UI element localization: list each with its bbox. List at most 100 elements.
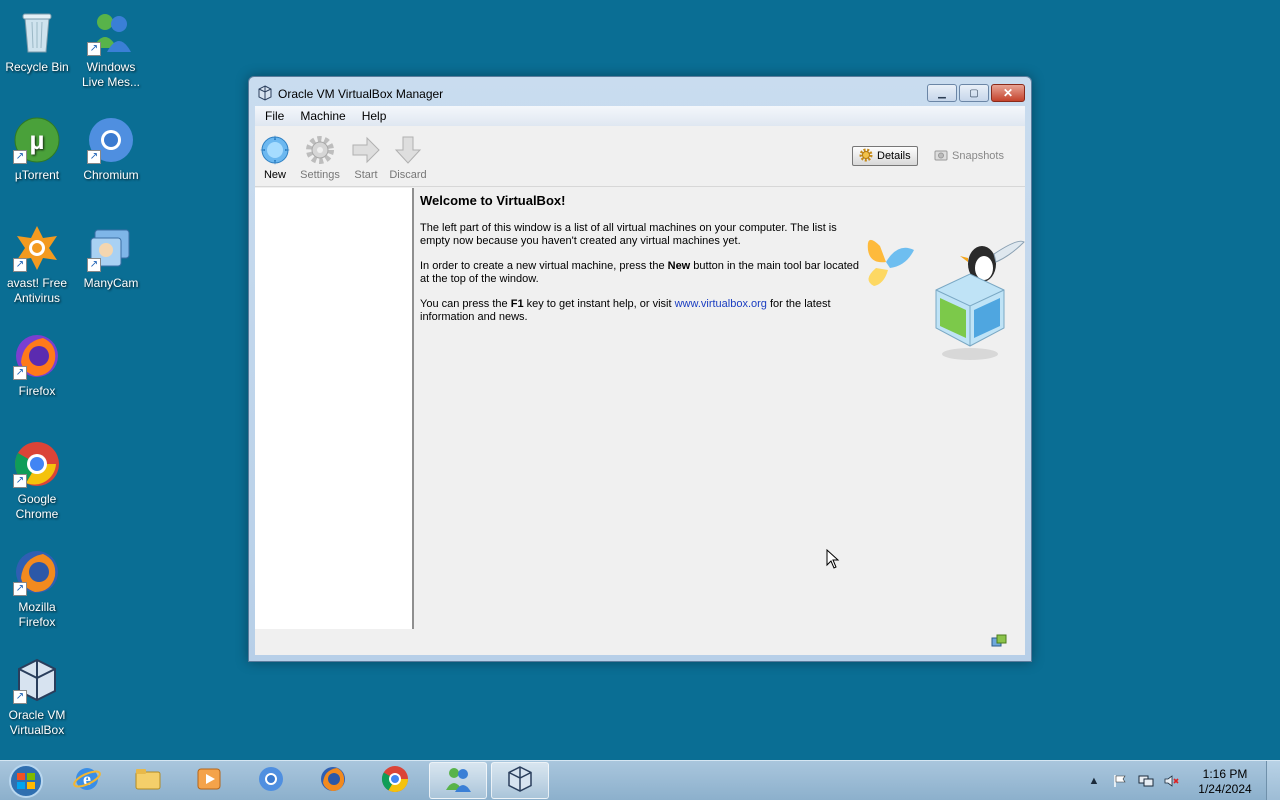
ie-icon: e xyxy=(72,764,102,797)
shortcut-arrow-icon: ↗ xyxy=(13,582,27,596)
desktop-icon-label: Chromium xyxy=(83,168,139,182)
desktop-icon-label: Mozilla Firefox xyxy=(18,600,56,629)
desktop-icon-recycle-bin[interactable]: Recycle Bin xyxy=(0,8,74,75)
start-button-orb[interactable] xyxy=(6,763,46,799)
desktop-icon-utorrent[interactable]: µ ↗ µTorrent xyxy=(0,116,74,183)
desktop-icon-avast[interactable]: ↗ avast! Free Antivirus xyxy=(0,224,74,306)
welcome-paragraph-1: The left part of this window is a list o… xyxy=(420,222,837,247)
camera-icon xyxy=(934,148,948,165)
discard-arrow-icon xyxy=(392,134,424,166)
status-bar xyxy=(255,629,1025,655)
welcome-paragraph-2: In order to create a new virtual machine… xyxy=(420,260,860,285)
settings-button[interactable]: Settings xyxy=(299,134,341,181)
show-desktop-button[interactable] xyxy=(1266,761,1280,800)
snapshots-button[interactable]: Snapshots xyxy=(928,146,1010,166)
desktop-icon-label: Windows Live Mes... xyxy=(81,60,141,89)
firefox-icon: ↗ xyxy=(13,548,61,596)
messenger-icon xyxy=(443,764,473,797)
taskbar-firefox[interactable] xyxy=(304,762,362,799)
new-button[interactable]: New xyxy=(259,134,291,181)
desktop-icon-label: ManyCam xyxy=(83,276,139,290)
taskbar-chromium[interactable] xyxy=(242,762,300,799)
shortcut-arrow-icon: ↗ xyxy=(13,690,27,704)
discard-label: Discard xyxy=(389,169,427,181)
taskbar-media-player[interactable] xyxy=(180,762,238,799)
volume-muted-icon[interactable] xyxy=(1164,773,1180,789)
discard-button[interactable]: Discard xyxy=(389,134,427,181)
manycam-icon: ↗ xyxy=(87,224,135,272)
svg-text:µ: µ xyxy=(30,125,45,155)
taskbar-internet-explorer[interactable]: e xyxy=(58,762,116,799)
maximize-icon: ▢ xyxy=(969,87,979,99)
start-arrow-icon xyxy=(350,134,382,166)
shortcut-arrow-icon: ↗ xyxy=(87,42,101,56)
title-bar[interactable]: Oracle VM VirtualBox Manager ▁ ▢ ✕ xyxy=(249,77,1031,107)
start-button[interactable]: Start xyxy=(349,134,383,181)
clock-date: 1/24/2024 xyxy=(1198,782,1252,796)
desktop-icon-mozilla-firefox[interactable]: ↗ Mozilla Firefox xyxy=(0,548,74,630)
details-label: Details xyxy=(877,150,911,162)
virtualbox-icon xyxy=(505,764,535,797)
mouse-cursor-icon xyxy=(826,549,840,569)
gear-icon xyxy=(304,134,336,166)
new-vm-icon xyxy=(259,134,291,166)
menu-file[interactable]: File xyxy=(257,109,292,123)
main-toolbar: New Settings Start Discard Details Snaps… xyxy=(255,126,1025,187)
taskbar-file-explorer[interactable] xyxy=(119,762,177,799)
desktop-icon-chromium[interactable]: ↗ Chromium xyxy=(74,116,148,183)
clock-time: 1:16 PM xyxy=(1202,767,1248,781)
desktop-icon-manycam[interactable]: ↗ ManyCam xyxy=(74,224,148,291)
desktop-icon-google-chrome[interactable]: ↗ Google Chrome xyxy=(0,440,74,522)
taskbar: e ▲ 1:16 PM 1/24/2024 xyxy=(0,760,1280,800)
desktop-icon-firefox[interactable]: ↗ Firefox xyxy=(0,332,74,399)
avast-icon: ↗ xyxy=(13,224,61,272)
virtualbox-icon: ↗ xyxy=(13,656,61,704)
minimize-button[interactable]: ▁ xyxy=(927,84,957,102)
close-button[interactable]: ✕ xyxy=(991,84,1025,102)
taskbar-windows-live-messenger[interactable] xyxy=(429,762,487,799)
utorrent-icon: µ ↗ xyxy=(13,116,61,164)
taskbar-google-chrome[interactable] xyxy=(366,762,424,799)
gear-icon xyxy=(859,148,873,165)
virtualbox-manager-window: Oracle VM VirtualBox Manager ▁ ▢ ✕ File … xyxy=(248,76,1032,662)
menu-machine[interactable]: Machine xyxy=(292,109,353,123)
desktop-icon-label: Oracle VM VirtualBox xyxy=(8,708,66,737)
welcome-paragraph-3: You can press the F1 key to get instant … xyxy=(420,298,831,323)
action-center-flag-icon[interactable] xyxy=(1112,773,1128,789)
network-status-icon[interactable] xyxy=(991,634,1007,650)
welcome-title: Welcome to VirtualBox! xyxy=(420,193,566,208)
desktop-icon-windows-live-messenger[interactable]: ↗ Windows Live Mes... xyxy=(74,8,148,90)
maximize-button[interactable]: ▢ xyxy=(959,84,989,102)
desktop-icon-virtualbox[interactable]: ↗ Oracle VM VirtualBox xyxy=(0,656,74,738)
snapshots-label: Snapshots xyxy=(952,150,1004,162)
desktop-icon-label: avast! Free Antivirus xyxy=(6,276,68,305)
taskbar-virtualbox[interactable] xyxy=(491,762,549,799)
taskbar-clock[interactable]: 1:16 PM 1/24/2024 xyxy=(1194,767,1256,797)
show-hidden-icons-chevron-up-icon[interactable]: ▲ xyxy=(1086,773,1102,789)
shortcut-arrow-icon: ↗ xyxy=(13,474,27,488)
shortcut-arrow-icon: ↗ xyxy=(13,366,27,380)
menu-help[interactable]: Help xyxy=(354,109,395,123)
menu-bar: File Machine Help xyxy=(255,106,1025,126)
firefox-icon xyxy=(318,764,348,797)
window-client-area: File Machine Help New Settings Start Dis… xyxy=(255,106,1025,655)
system-tray: ▲ xyxy=(1086,761,1180,800)
start-label: Start xyxy=(354,169,378,181)
network-icon[interactable] xyxy=(1138,773,1154,789)
virtualbox-icon xyxy=(257,85,273,101)
shortcut-arrow-icon: ↗ xyxy=(87,150,101,164)
close-icon: ✕ xyxy=(1002,86,1014,100)
settings-label: Settings xyxy=(300,169,340,181)
desktop-icon-label: Recycle Bin xyxy=(5,60,69,74)
shortcut-arrow-icon: ↗ xyxy=(13,258,27,272)
virtualbox-website-link[interactable]: www.virtualbox.org xyxy=(675,298,767,310)
vm-list[interactable] xyxy=(255,188,414,629)
desktop-icon-label: Google Chrome xyxy=(15,492,59,521)
firefox-icon: ↗ xyxy=(13,332,61,380)
recycle-bin-icon xyxy=(13,8,61,56)
chromium-icon xyxy=(256,764,286,797)
virtualbox-welcome-illustration xyxy=(858,228,1026,368)
window-title: Oracle VM VirtualBox Manager xyxy=(278,87,444,101)
shortcut-arrow-icon: ↗ xyxy=(13,150,27,164)
details-button[interactable]: Details xyxy=(852,146,918,166)
